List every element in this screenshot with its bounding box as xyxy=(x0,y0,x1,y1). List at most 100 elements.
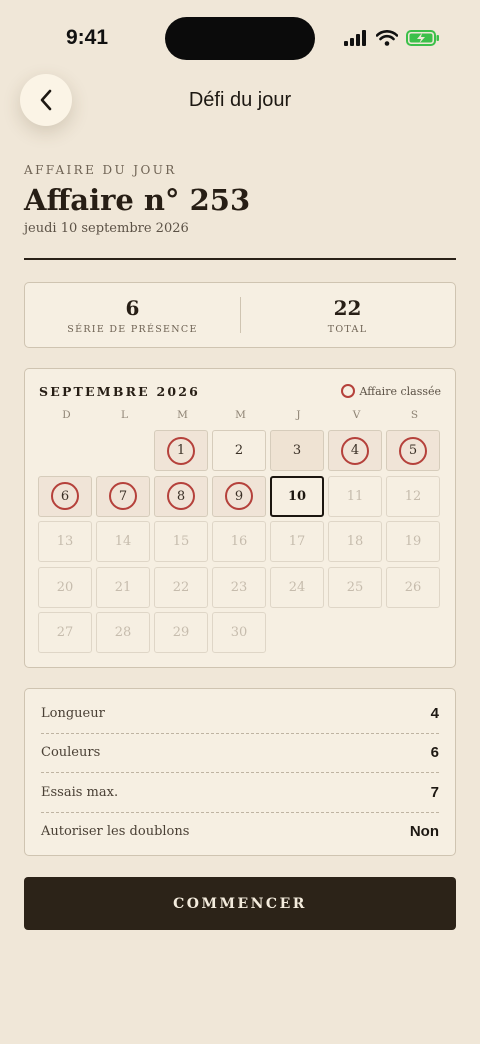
calendar-day-8[interactable]: 8 xyxy=(154,475,208,517)
calendar-day-24: 24 xyxy=(270,566,324,608)
day-number: 15 xyxy=(172,534,190,549)
day-number: 3 xyxy=(292,443,302,458)
solved-day-ring: 9 xyxy=(225,482,253,510)
case-title: Affaire n° 253 xyxy=(24,183,251,217)
start-button[interactable]: COMMENCER xyxy=(24,877,456,930)
weekday-label: M xyxy=(235,409,247,421)
calendar-day-1[interactable]: 1 xyxy=(154,430,208,471)
calendar-day-30: 30 xyxy=(212,612,266,653)
calendar-day-23: 23 xyxy=(212,566,266,608)
page-title: Défi du jour xyxy=(188,89,292,111)
calendar-month-title: SEPTEMBRE 2026 xyxy=(39,384,201,399)
setting-row: Autoriser les doublons Non xyxy=(41,812,439,850)
calendar-blank xyxy=(38,430,92,471)
day-number: 14 xyxy=(114,534,132,549)
calendar-day-26: 26 xyxy=(386,566,440,608)
weekday-header: DLMMJVS xyxy=(38,409,444,421)
wifi-icon xyxy=(376,30,398,46)
calendar-day-22: 22 xyxy=(154,566,208,608)
calendar-day-27: 27 xyxy=(38,612,92,653)
dynamic-island xyxy=(165,17,315,60)
setting-row: Essais max. 7 xyxy=(41,773,439,811)
status-bar: 9:41 xyxy=(0,0,480,72)
calendar-day-6[interactable]: 6 xyxy=(38,475,92,517)
calendar-day-10[interactable]: 10 xyxy=(270,475,324,517)
day-number: 28 xyxy=(114,625,132,640)
day-number: 22 xyxy=(172,579,190,595)
weekday-label: M xyxy=(177,409,189,421)
day-number: 30 xyxy=(230,625,248,640)
solved-day-ring: 1 xyxy=(167,436,195,465)
calendar-day-25: 25 xyxy=(328,566,382,608)
setting-row: Couleurs 6 xyxy=(41,733,439,771)
solved-day-ring: 4 xyxy=(341,436,369,465)
calendar-day-15: 15 xyxy=(154,521,208,562)
stat-value: 6 xyxy=(125,296,140,320)
calendar-day-4[interactable]: 4 xyxy=(328,430,382,471)
calendar-day-12: 12 xyxy=(386,475,440,517)
calendar-day-11: 11 xyxy=(328,475,382,517)
status-time: 9:41 xyxy=(66,26,109,49)
day-number: 27 xyxy=(56,625,74,640)
battery-charging-icon xyxy=(406,30,439,46)
calendar-blank xyxy=(96,430,150,471)
day-number: 16 xyxy=(230,534,248,549)
stat-total: 22 TOTAL xyxy=(240,283,455,347)
weekday-label: D xyxy=(62,409,72,421)
day-number: 29 xyxy=(172,625,190,640)
day-number: 17 xyxy=(288,534,306,549)
solved-day-ring: 5 xyxy=(399,436,427,465)
weekday-label: V xyxy=(352,409,362,421)
calendar-day-28: 28 xyxy=(96,612,150,653)
setting-value: 4 xyxy=(430,704,439,722)
solved-ring-icon xyxy=(340,384,355,398)
case-date: jeudi 10 septembre 2026 xyxy=(24,221,189,236)
weekday-label: S xyxy=(410,409,420,421)
stats-card: 6 SÉRIE DE PRÉSENCE 22 TOTAL xyxy=(24,282,456,348)
solved-day-ring: 7 xyxy=(109,482,137,510)
stat-value: 22 xyxy=(333,296,362,320)
stat-label: SÉRIE DE PRÉSENCE xyxy=(67,324,198,335)
calendar-day-9[interactable]: 9 xyxy=(212,475,266,517)
case-eyebrow: AFFAIRE DU JOUR xyxy=(24,163,177,177)
calendar-day-3[interactable]: 3 xyxy=(270,430,324,471)
day-number: 12 xyxy=(404,488,422,504)
solved-day-ring: 8 xyxy=(167,482,195,510)
setting-value: Non xyxy=(409,822,439,840)
calendar-day-18: 18 xyxy=(328,521,382,562)
stat-label: TOTAL xyxy=(327,324,368,335)
calendar-day-29: 29 xyxy=(154,612,208,653)
calendar-day-14: 14 xyxy=(96,521,150,562)
day-number: 18 xyxy=(346,534,364,549)
setting-row: Longueur 4 xyxy=(41,694,439,732)
setting-label: Longueur xyxy=(41,705,105,721)
day-number: 25 xyxy=(346,579,364,595)
calendar-card: SEPTEMBRE 2026 Affaire classée D L M M J V S 1… xyxy=(24,368,456,668)
day-number: 21 xyxy=(114,579,132,595)
calendar-grid: 1 2 3 4 5 6 7 8 9 10 11 12 13 14 15 16 17 18 19 20 21 22 23 24 2… xyxy=(38,430,440,653)
heading-divider xyxy=(24,258,456,260)
calendar-day-7[interactable]: 7 xyxy=(96,475,150,517)
settings-card: Longueur 4 Couleurs 6 Essais max. 7 Autoriser … xyxy=(24,688,456,856)
day-number: 20 xyxy=(56,579,74,595)
signal-icon xyxy=(344,30,366,46)
setting-value: 6 xyxy=(430,743,439,761)
setting-label: Couleurs xyxy=(41,744,101,760)
day-number: 2 xyxy=(234,443,244,458)
setting-value: 7 xyxy=(430,783,439,801)
calendar-day-17: 17 xyxy=(270,521,324,562)
day-number: 11 xyxy=(346,488,364,504)
calendar-legend: Affaire classée xyxy=(340,384,441,398)
calendar-day-13: 13 xyxy=(38,521,92,562)
day-number: 23 xyxy=(230,579,248,595)
day-number: 26 xyxy=(404,579,422,595)
setting-label: Autoriser les doublons xyxy=(41,823,190,839)
calendar-day-5[interactable]: 5 xyxy=(386,430,440,471)
stat-streak: 6 SÉRIE DE PRÉSENCE xyxy=(25,283,240,347)
day-number: 19 xyxy=(404,534,422,549)
solved-day-ring: 6 xyxy=(51,482,79,510)
legend-label: Affaire classée xyxy=(359,384,441,398)
calendar-day-21: 21 xyxy=(96,566,150,608)
calendar-day-2[interactable]: 2 xyxy=(212,430,266,471)
setting-label: Essais max. xyxy=(41,784,119,800)
